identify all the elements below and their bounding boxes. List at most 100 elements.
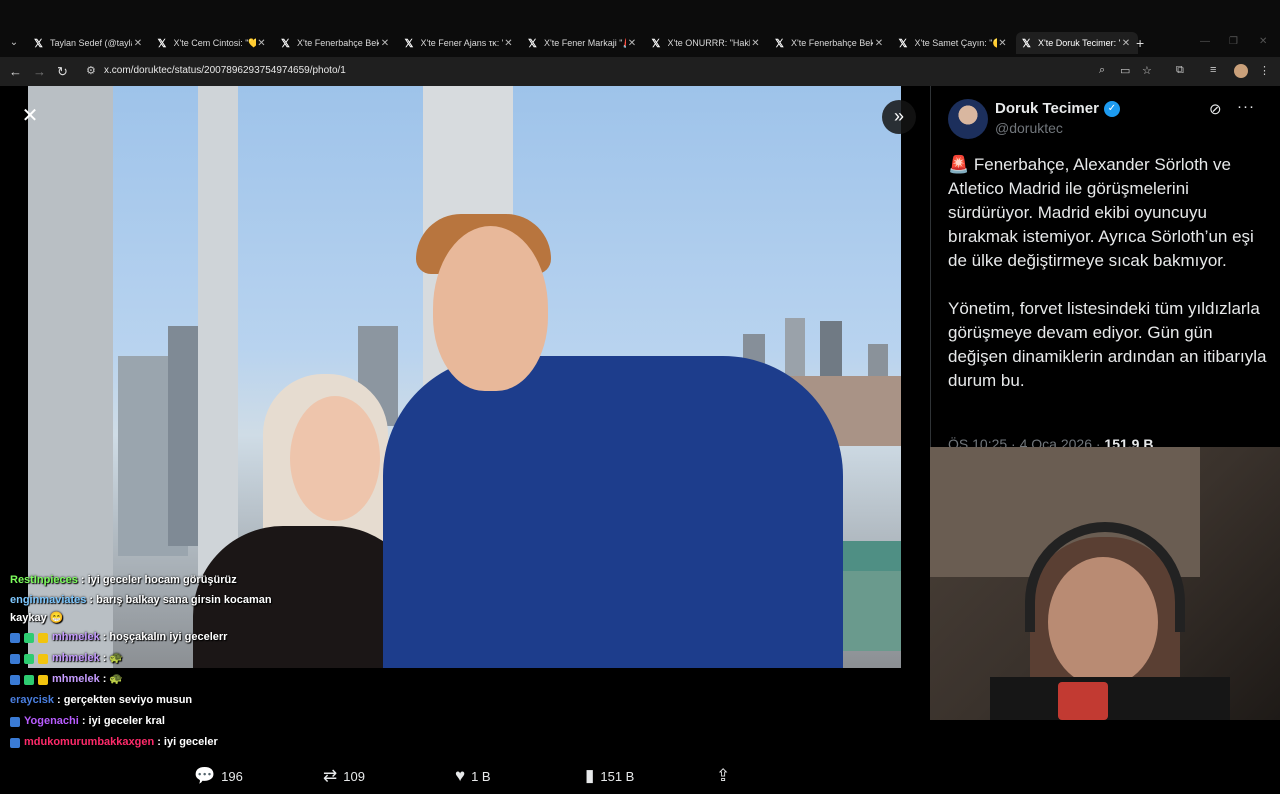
tab-close-icon[interactable]: ✕ <box>503 38 515 49</box>
x-logo-icon: 𝕏 <box>281 37 290 50</box>
chat-badge-icon <box>10 716 20 727</box>
browser-tab[interactable]: 𝕏 X'te Fener Markaji "🚨 ✕ <box>522 32 644 54</box>
more-icon[interactable]: ··· <box>1237 98 1255 115</box>
browser-tab[interactable]: 𝕏 X'te Samet Çayın: "🟡 ✕ <box>893 32 1015 54</box>
tab-title: Taylan Sedef (@taylan <box>50 38 132 48</box>
chat-username: mhmelek <box>52 631 100 643</box>
x-logo-icon: 𝕏 <box>404 37 414 50</box>
repost-count: 109 <box>343 768 365 784</box>
browser-tab[interactable]: 𝕏 X'te Cem Cintosi: "💛💙✕ <box>152 32 274 54</box>
address-bar: ← → ↻ ⚙ x.com/doruktec/status/2007896293… <box>0 57 1280 86</box>
share-button[interactable]: ⇪ <box>716 766 736 786</box>
toggle-panel-button[interactable]: » <box>882 100 916 134</box>
browser-tab[interactable]: 𝕏 Taylan Sedef (@taylan ✕ <box>28 32 150 54</box>
tab-close-icon[interactable]: ✕ <box>256 38 268 49</box>
grok-icon[interactable]: ⊘ <box>1209 100 1222 118</box>
chat-badge-icon <box>10 632 20 643</box>
new-tab-button[interactable]: + <box>1136 35 1144 51</box>
reading-list-icon[interactable]: ≡ <box>1210 64 1216 76</box>
x-logo-icon: 𝕏 <box>651 37 661 50</box>
tab-close-icon[interactable]: ✕ <box>997 38 1009 49</box>
tweet-action-bar: 💬 196 ⇄ 109 ♥ 1 B ▮ 151 B ⇪ <box>0 766 930 794</box>
extensions-icon[interactable]: ⧉ <box>1176 64 1184 77</box>
chat-badge-icon <box>38 674 48 685</box>
chat-badge-icon <box>10 737 20 748</box>
chat-username: Yogenachi <box>24 715 79 727</box>
tab-close-icon[interactable]: ✕ <box>132 38 144 49</box>
browser-tab[interactable]: 𝕏 X'te Doruk Tecimer: " ✕ <box>1016 32 1138 54</box>
chat-message: enginmaviates: barış balkay sana girsin … <box>10 591 300 627</box>
url-field[interactable]: x.com/doruktec/status/200789629375497465… <box>104 65 346 76</box>
chat-message: mhmelek: 🐢 <box>10 648 300 669</box>
heart-icon: ♥ <box>455 766 466 785</box>
chat-text: : gerçekten seviyo musun <box>57 694 193 706</box>
reply-button[interactable]: 💬 196 <box>194 766 243 786</box>
chat-username: eraycisk <box>10 694 55 706</box>
chat-message: mdukomurumbakkaxgen: iyi geceler <box>10 732 300 753</box>
tab-title: X'te Fener Ajans τκ: " <box>420 38 503 48</box>
browser-tab[interactable]: 𝕏 X'te Fenerbahçe Beko ✕ <box>275 32 397 54</box>
like-button[interactable]: ♥ 1 B <box>455 766 491 786</box>
zoom-icon[interactable]: ⌕ <box>1099 64 1105 77</box>
tab-title: X'te Fener Markaji "🚨 <box>544 37 626 48</box>
minimize-icon[interactable]: — <box>1200 36 1210 47</box>
chat-text: : 🐢 <box>102 673 124 685</box>
x-logo-icon: 𝕏 <box>1022 37 1031 50</box>
chat-badge-icon <box>38 632 48 643</box>
tab-close-icon[interactable]: ✕ <box>873 38 885 49</box>
reply-count: 196 <box>221 768 243 784</box>
reply-icon: 💬 <box>194 766 216 785</box>
forward-icon[interactable]: → <box>33 64 46 79</box>
chat-text: : hoşçakalın iyi gecelerr <box>102 631 228 643</box>
chat-text: : 🐢 <box>102 652 124 664</box>
tab-close-icon[interactable]: ✕ <box>1120 38 1132 49</box>
x-logo-icon: 𝕏 <box>898 37 908 50</box>
tab-search-icon[interactable]: ⌄ <box>6 36 22 50</box>
author-handle[interactable]: @doruktec <box>995 120 1063 136</box>
share-icon: ⇪ <box>716 766 731 785</box>
author-name[interactable]: Doruk Tecimer <box>995 100 1099 117</box>
author-avatar[interactable] <box>948 99 988 139</box>
chat-badge-icon <box>10 653 20 664</box>
x-logo-icon: 𝕏 <box>157 37 167 50</box>
chat-username: mhmelek <box>52 652 100 664</box>
views-count: 151 B <box>600 768 635 784</box>
views-button[interactable]: ▮ 151 B <box>585 766 634 786</box>
chat-message: Yogenachi: iyi geceler kral <box>10 711 300 732</box>
profile-avatar[interactable] <box>1234 64 1248 78</box>
verified-badge-icon: ✓ <box>1104 101 1120 117</box>
chat-text: : iyi geceler <box>157 736 218 748</box>
window-close-icon[interactable]: ✕ <box>1259 36 1267 47</box>
tab-close-icon[interactable]: ✕ <box>750 38 762 49</box>
close-photo-button[interactable]: ✕ <box>18 104 42 128</box>
tab-title: X'te Samet Çayın: "🟡 <box>914 37 997 48</box>
chat-badge-icon <box>24 632 34 643</box>
chat-text: : iyi geceler kral <box>81 715 165 727</box>
photo-viewer: ✕ » RestInpieces: iyi geceler hocam görü… <box>0 86 930 785</box>
repost-icon: ⇄ <box>323 766 338 785</box>
chat-username: RestInpieces <box>10 574 78 586</box>
browser-tab[interactable]: 𝕏 X'te ONURRR: "Hakk ✕ <box>646 32 768 54</box>
like-count: 1 B <box>471 768 491 784</box>
bookmark-star-icon[interactable]: ☆ <box>1142 64 1152 77</box>
cast-icon[interactable]: ▭ <box>1120 64 1130 77</box>
site-info-icon[interactable]: ⚙ <box>86 64 96 77</box>
chat-message: mhmelek: 🐢 <box>10 669 300 690</box>
chat-message: mhmelek: hoşçakalın iyi gecelerr <box>10 627 300 648</box>
reload-icon[interactable]: ↻ <box>57 64 68 80</box>
chat-username: enginmaviates <box>10 594 87 606</box>
tab-title: X'te Doruk Tecimer: " <box>1038 38 1120 48</box>
tab-close-icon[interactable]: ✕ <box>379 38 391 49</box>
browser-menu-icon[interactable]: ⋮ <box>1259 64 1270 77</box>
chat-text: : iyi geceler hocam görüşürüz <box>80 574 237 586</box>
repost-button[interactable]: ⇄ 109 <box>323 766 365 786</box>
browser-tab[interactable]: 𝕏 X'te Fenerbahçe Beko ✕ <box>769 32 891 54</box>
back-icon[interactable]: ← <box>9 64 22 79</box>
x-logo-icon: 𝕏 <box>775 37 784 50</box>
tab-close-icon[interactable]: ✕ <box>626 38 638 49</box>
browser-tab[interactable]: 𝕏 X'te Fener Ajans τκ: " ✕ <box>399 32 521 54</box>
tab-title: X'te Fenerbahçe Beko <box>297 38 379 48</box>
chat-username: mhmelek <box>52 673 100 685</box>
chat-badge-icon <box>10 674 20 685</box>
maximize-icon[interactable]: ❐ <box>1229 36 1238 47</box>
